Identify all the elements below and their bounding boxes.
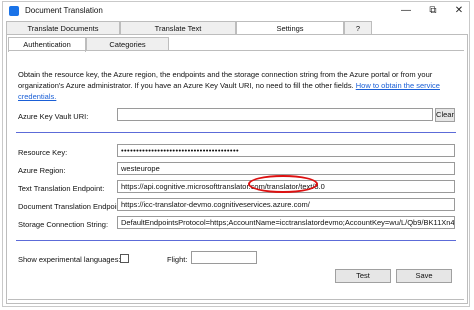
close-button[interactable]: ✕ <box>452 4 466 18</box>
instructions-text: Obtain the resource key, the Azure regio… <box>18 69 458 102</box>
separator-top <box>16 132 456 133</box>
separator-bottom <box>16 240 456 241</box>
experimental-checkbox[interactable] <box>120 254 129 263</box>
restore-button[interactable]: ⧉ <box>426 4 440 18</box>
region-input[interactable]: westeurope <box>117 162 455 175</box>
tab-help[interactable]: ? <box>344 21 372 35</box>
doc-endpoint-input[interactable]: https://icc-translator-devmo.cognitivese… <box>117 198 455 211</box>
resource-key-label: Resource Key: <box>18 148 68 157</box>
test-button[interactable]: Test <box>335 269 391 283</box>
storage-input[interactable]: DefaultEndpointsProtocol=https;AccountNa… <box>117 216 455 229</box>
doc-endpoint-label: Document Translation Endpoint: <box>18 202 125 211</box>
save-button[interactable]: Save <box>396 269 452 283</box>
app-icon <box>9 6 19 16</box>
text-endpoint-label: Text Translation Endpoint: <box>18 184 105 193</box>
key-vault-input[interactable] <box>117 108 433 121</box>
flight-input[interactable] <box>191 251 257 264</box>
experimental-label: Show experimental languages: <box>18 255 121 264</box>
flight-label: Flight: <box>167 255 188 264</box>
storage-label: Storage Connection String: <box>18 220 109 229</box>
tab-categories[interactable]: Categories <box>86 37 169 51</box>
resource-key-input[interactable]: ••••••••••••••••••••••••••••••••••••••• <box>117 144 455 157</box>
highlight-annotation <box>248 175 318 193</box>
region-label: Azure Region: <box>18 166 66 175</box>
minimize-button[interactable]: — <box>399 4 413 18</box>
tab-translate-documents[interactable]: Translate Documents <box>6 21 120 35</box>
window-title: Document Translation <box>25 6 103 15</box>
clear-button[interactable]: Clear <box>435 108 455 122</box>
tab-translate-text[interactable]: Translate Text <box>120 21 236 35</box>
title-bar: Document Translation — ⧉ ✕ <box>3 2 469 20</box>
key-vault-label: Azure Key Vault URI: <box>18 112 89 121</box>
